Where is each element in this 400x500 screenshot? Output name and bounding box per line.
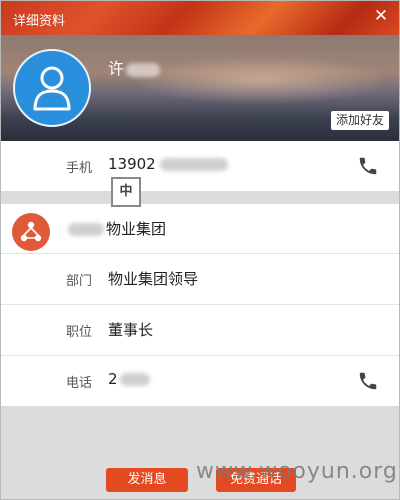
mobile-row: 手机 13902 <box>1 141 399 191</box>
mobile-label: 手机 <box>66 161 93 176</box>
header-background <box>131 55 391 105</box>
add-friend-button[interactable]: 添加好友 <box>330 111 389 130</box>
department-label: 部门 <box>66 274 93 289</box>
ime-indicator: 中 <box>111 177 141 207</box>
avatar[interactable] <box>13 49 91 127</box>
organization-icon <box>12 213 50 251</box>
phone-icon[interactable] <box>357 370 379 392</box>
profile-name: 许 <box>108 55 161 79</box>
window-title: 详细资料 <box>13 14 66 29</box>
position-value: 董事长 <box>108 321 154 339</box>
redacted-name <box>126 62 161 77</box>
mobile-value: 13902 <box>108 155 228 173</box>
title-bar[interactable]: 详细资料 ✕ <box>1 1 399 35</box>
organization-row[interactable]: 物业集团 <box>1 204 399 254</box>
redacted-mobile <box>159 158 228 171</box>
position-label: 职位 <box>66 325 93 340</box>
profile-name-text: 许 <box>108 59 125 78</box>
profile-header: 许 添加好友 <box>1 35 399 141</box>
organization-name-text: 物业集团 <box>106 220 167 238</box>
phone-value: 2 <box>108 370 150 388</box>
mobile-value-text: 13902 <box>108 155 156 173</box>
send-message-button[interactable]: 发消息 <box>106 468 188 492</box>
phone-icon[interactable] <box>357 155 379 177</box>
phone-value-text: 2 <box>108 370 118 388</box>
organization-name: 物业集团 <box>68 218 166 239</box>
position-row: 职位 董事长 <box>1 305 399 356</box>
close-icon[interactable]: ✕ <box>371 6 391 26</box>
mobile-section: 手机 13902 <box>1 141 399 191</box>
department-row: 部门 物业集团领导 <box>1 254 399 305</box>
watermark: www.wooyun.org <box>196 459 398 484</box>
organization-section: 物业集团 部门 物业集团领导 职位 董事长 电话 2 <box>1 204 399 406</box>
redacted-phone <box>119 373 150 386</box>
phone-row: 电话 2 <box>1 356 399 406</box>
person-icon <box>33 66 71 111</box>
redacted-org-prefix <box>68 223 104 236</box>
phone-label: 电话 <box>66 376 93 391</box>
detail-window: 详细资料 ✕ 许 添加好友 手机 13902 物业集团 部门 物业集团领导 职位… <box>0 0 400 500</box>
department-value: 物业集团领导 <box>108 270 199 288</box>
